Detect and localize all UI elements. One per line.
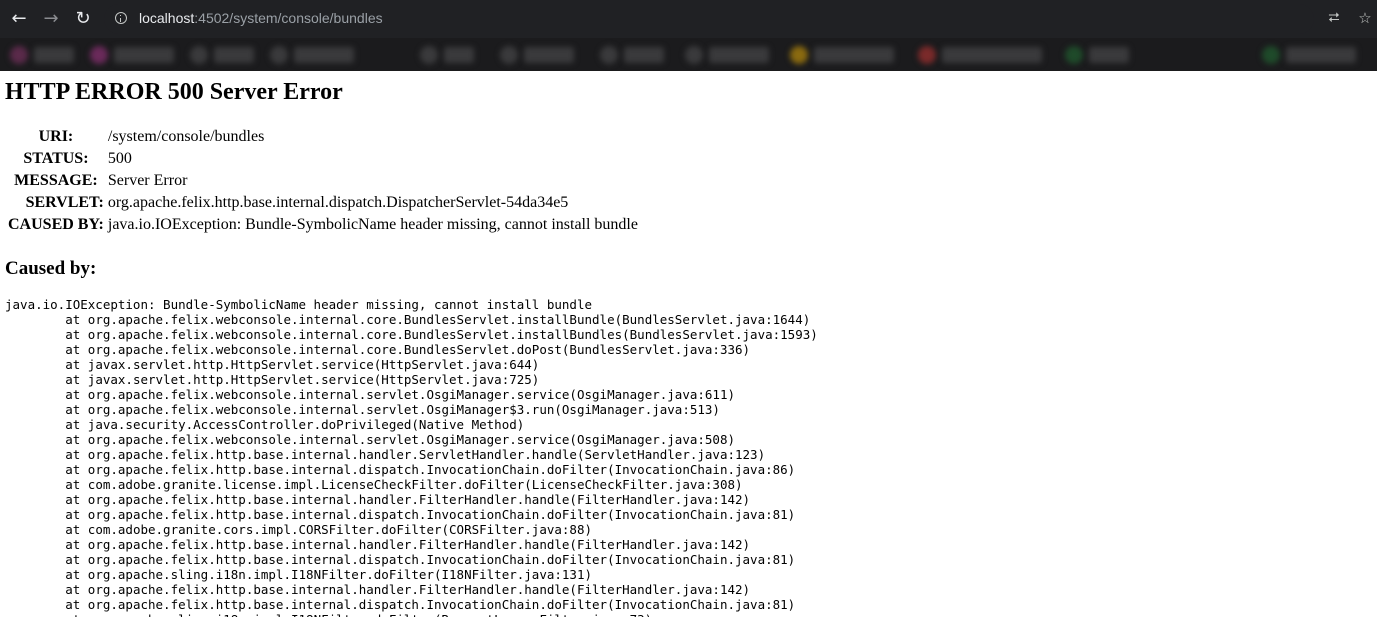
stack-frame-line: at org.apache.felix.webconsole.internal.… [5,402,720,417]
bookmark-favicon[interactable] [10,46,28,64]
bookmark-favicon[interactable] [270,46,288,64]
bookmark-item[interactable] [524,47,574,63]
error-details-table: URI: /system/console/bundles STATUS: 500 MES… [5,126,638,236]
details-row: CAUSED BY: java.io.IOException: Bundle-Sy… [5,214,638,236]
back-arrow-icon[interactable]: ← [7,7,31,31]
details-value: 500 [107,150,132,167]
stack-frame-line: at com.adobe.granite.cors.impl.CORSFilte… [5,522,593,537]
bookmark-favicon[interactable] [685,46,703,64]
stack-frame-line: at javax.servlet.http.HttpServlet.servic… [5,372,540,387]
bookmark-item[interactable] [34,47,74,63]
bookmark-favicon[interactable] [1262,46,1280,64]
stack-frame-line: at javax.servlet.http.HttpServlet.servic… [5,357,540,372]
bookmark-favicon[interactable] [500,46,518,64]
bookmark-favicon[interactable] [600,46,618,64]
stack-frame-line: at org.apache.felix.http.base.internal.h… [5,447,766,462]
details-value: Server Error [107,172,188,189]
stack-frame-line: at org.apache.felix.http.base.internal.d… [5,597,796,612]
bookmark-favicon[interactable] [420,46,438,64]
stack-frame-line: at org.apache.felix.webconsole.internal.… [5,432,736,447]
bookmark-item[interactable] [294,47,354,63]
details-value: org.apache.felix.http.base.internal.disp… [107,194,569,211]
details-row: STATUS: 500 [5,148,638,170]
bookmark-favicon[interactable] [190,46,208,64]
stack-frame-line: at org.apache.felix.webconsole.internal.… [5,327,818,342]
stack-frame-line: at org.apache.felix.http.base.internal.h… [5,492,751,507]
details-row: MESSAGE: Server Error [5,170,638,192]
forward-arrow-icon[interactable]: → [39,7,63,31]
url-host: localhost [139,10,195,26]
bookmark-favicon[interactable] [1065,46,1083,64]
page-title: HTTP ERROR 500 Server Error [5,79,343,105]
browser-toolbar: ← → ↻ localhost:4502/system/console/bund… [0,0,1377,38]
bookmark-favicon[interactable] [90,46,108,64]
bookmark-item[interactable] [814,47,894,63]
bookmark-star-icon[interactable]: ☆ [1355,8,1375,28]
bookmarks-bar [0,38,1377,71]
url-path: :4502/system/console/bundles [194,10,383,26]
stack-frame-line: at com.adobe.granite.license.impl.Licens… [5,477,743,492]
site-info-icon[interactable] [115,12,127,24]
caused-by-heading: Caused by: [5,258,97,279]
stack-frame-line: at org.apache.felix.http.base.internal.h… [5,582,751,597]
stack-frame-line: at org.apache.felix.http.base.internal.d… [5,462,796,477]
stack-frame-line: at org.apache.felix.webconsole.internal.… [5,312,811,327]
stack-frame-line: at org.apache.felix.http.base.internal.h… [5,537,751,552]
stack-frame-line: at org.apache.felix.http.base.internal.d… [5,507,796,522]
details-label: MESSAGE: [14,172,98,189]
bookmark-item[interactable] [709,47,769,63]
exception-line: java.io.IOException: Bundle-SymbolicName… [5,297,592,312]
bookmark-item[interactable] [1286,47,1356,63]
bookmark-favicon[interactable] [918,46,936,64]
details-value: /system/console/bundles [107,128,265,145]
stack-frame-line: at org.apache.felix.http.base.internal.d… [5,552,796,567]
stack-frame-line: at org.apache.felix.webconsole.internal.… [5,342,751,357]
address-bar[interactable]: localhost:4502/system/console/bundles [104,4,1314,34]
stack-frame-line: at org.apache.felix.webconsole.internal.… [5,387,736,402]
bookmark-item[interactable] [114,47,174,63]
stack-frame-line: at java.security.AccessController.doPriv… [5,417,525,432]
details-label: CAUSED BY: [8,216,104,233]
details-label: SERVLET: [25,194,104,211]
bookmark-item[interactable] [1089,47,1129,63]
stack-frame-line: at org.apache.sling.i18n.impl.I18NFilter… [5,567,593,582]
details-label: STATUS: [23,150,89,167]
stack-trace: java.io.IOException: Bundle-SymbolicName… [5,297,818,617]
bookmark-item[interactable] [214,47,254,63]
bookmark-item[interactable] [942,47,1042,63]
bookmark-item[interactable] [444,47,474,63]
bookmark-favicon[interactable] [790,46,808,64]
details-value: java.io.IOException: Bundle-SymbolicName… [107,216,638,233]
url-text[interactable]: localhost:4502/system/console/bundles [139,10,383,26]
reload-icon[interactable]: ↻ [71,7,95,31]
stack-frame-line: at org.apache.sling.i18n.impl.I18NFilter… [5,612,652,617]
details-row: SERVLET: org.apache.felix.http.base.inter… [5,192,638,214]
share-icon[interactable]: ⮂ [1324,8,1344,28]
details-label: URI: [38,128,74,145]
bookmark-item[interactable] [624,47,664,63]
details-row: URI: /system/console/bundles [5,126,638,148]
